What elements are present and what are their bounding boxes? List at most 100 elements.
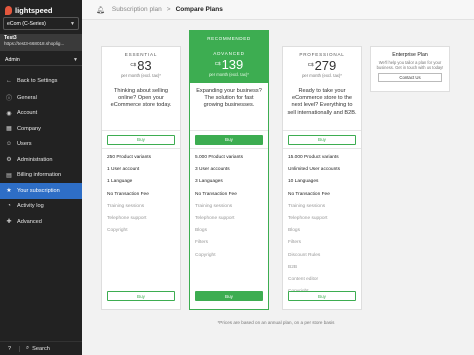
price-value: 83 bbox=[137, 58, 152, 73]
plan-card-essential: ESSENTIAL C$ 83 per month (excl. tax)* T… bbox=[101, 46, 181, 310]
user-icon: ◉ bbox=[6, 110, 12, 117]
feature-item: 10 Languages bbox=[288, 179, 319, 185]
breadcrumb-subscription-plan[interactable]: Subscription plan bbox=[112, 6, 162, 13]
price-currency: C$ bbox=[130, 62, 137, 67]
plan-description: Thinking about selling online? Open your… bbox=[102, 83, 180, 131]
feature-item: 3 User accounts bbox=[195, 167, 230, 173]
search-icon: ⌕ bbox=[26, 345, 30, 351]
feature-item: 1 User account bbox=[107, 167, 140, 173]
buy-row: Buy bbox=[102, 131, 180, 149]
plan-name: PROFESSIONAL bbox=[299, 52, 345, 57]
sidebar-item-label: Billing information bbox=[17, 172, 62, 179]
sidebar-item-your-subscription[interactable]: ★ Your subscription bbox=[0, 183, 82, 199]
feature-item: Blogs bbox=[288, 228, 300, 234]
price-value: 279 bbox=[314, 58, 337, 73]
billing-icon: ▤ bbox=[6, 172, 12, 179]
buy-row: Buy bbox=[190, 131, 268, 149]
buy-button-professional[interactable]: Buy bbox=[288, 134, 356, 145]
sidebar-item-label: Company bbox=[17, 125, 41, 132]
sidebar-item-back-to-settings[interactable]: ← Back to Settings bbox=[0, 72, 82, 90]
feature-item: Copyright bbox=[195, 252, 216, 258]
feature-item: Telephone support bbox=[107, 215, 147, 221]
sidebar-item-label: General bbox=[17, 94, 37, 101]
help-button[interactable]: ? bbox=[0, 345, 20, 352]
feature-item: 15.000 Product variants bbox=[288, 155, 339, 160]
sidebar-item-users[interactable]: ☺ Users bbox=[0, 137, 82, 153]
sidebar-item-company[interactable]: ▦ Company bbox=[0, 121, 82, 137]
page-title: Compare Plans bbox=[175, 6, 223, 13]
feature-item: Discount Rules bbox=[288, 252, 321, 258]
enterprise-plan-card: Enterprise Plan We'll help you tailor a … bbox=[370, 46, 450, 92]
plan-card-professional: PROFESSIONAL C$ 279 per month (excl. tax… bbox=[282, 46, 362, 310]
admin-menu[interactable]: Admin ▼ bbox=[0, 55, 82, 66]
sidebar-item-activity-log[interactable]: ◔ Activity log bbox=[0, 199, 82, 215]
sidebar-item-label: Activity log bbox=[17, 203, 44, 210]
logo-text: lightspeed bbox=[15, 5, 53, 15]
feature-item: B2B bbox=[288, 264, 298, 270]
feature-item: 1 Language bbox=[107, 179, 133, 185]
feature-item: No Transaction Fee bbox=[195, 191, 237, 197]
store-select-value: eCom (C-Series) bbox=[7, 20, 46, 27]
feature-item: Content editor bbox=[288, 276, 319, 282]
enterprise-text: We'll help you tailor a plan for your bu… bbox=[376, 60, 444, 71]
bell-icon[interactable]: 🔔︎ bbox=[96, 6, 105, 14]
sidebar-item-label: Advanced bbox=[17, 218, 42, 225]
plan-header: PROFESSIONAL C$ 279 per month (excl. tax… bbox=[283, 47, 361, 83]
advanced-icon: ✚ bbox=[6, 219, 12, 226]
buy-button-essential-bottom[interactable]: Buy bbox=[107, 291, 175, 301]
plan-name: ADVANCED bbox=[213, 51, 245, 56]
price-value: 139 bbox=[221, 57, 244, 72]
settings-nav: ← Back to Settings ⓘ General ◉ Account ▦… bbox=[0, 72, 82, 230]
feature-item: Telephone support bbox=[195, 215, 235, 221]
sidebar-item-label: Administration bbox=[17, 156, 53, 163]
sidebar-footer: ? ⌕ Search bbox=[0, 341, 82, 355]
sidebar-item-billing-information[interactable]: ▤ Billing information bbox=[0, 168, 82, 184]
plan-name: ESSENTIAL bbox=[124, 52, 158, 57]
feature-item: Training sessions bbox=[288, 203, 326, 209]
admin-icon: ⚙ bbox=[6, 157, 12, 164]
price-period: per month (excl. tax)* bbox=[302, 73, 342, 78]
feature-item: 250 Product variants bbox=[107, 155, 151, 160]
buy-button-professional-bottom[interactable]: Buy bbox=[288, 291, 356, 301]
feature-item: No Transaction Fee bbox=[288, 191, 330, 197]
feature-item: 5.000 Product variants bbox=[195, 155, 243, 160]
feature-item: Training sessions bbox=[195, 203, 233, 209]
feature-item: Training sessions bbox=[107, 203, 145, 209]
plan-price: C$ 139 bbox=[190, 58, 268, 71]
users-icon: ☺ bbox=[5, 141, 13, 148]
arrow-left-icon: ← bbox=[6, 78, 12, 84]
chevron-down-icon: ▼ bbox=[73, 57, 78, 63]
feature-item: No Transaction Fee bbox=[107, 191, 149, 197]
sidebar-item-account[interactable]: ◉ Account bbox=[0, 106, 82, 122]
sidebar-item-administration[interactable]: ⚙ Administration bbox=[0, 152, 82, 168]
info-icon: ⓘ bbox=[5, 96, 12, 103]
chevron-down-icon: ▼ bbox=[70, 21, 75, 27]
sidebar: lightspeed eCom (C-Series) ▼ Test3 https… bbox=[0, 0, 82, 355]
sidebar-item-advanced[interactable]: ✚ Advanced bbox=[0, 214, 82, 230]
plan-header: ESSENTIAL C$ 83 per month (excl. tax)* bbox=[102, 47, 180, 83]
buy-button-advanced[interactable]: Buy bbox=[195, 134, 263, 145]
admin-label: Admin bbox=[5, 57, 20, 63]
plan-price: C$ 279 bbox=[283, 59, 361, 72]
feature-item: 3 Languages bbox=[195, 179, 223, 185]
buy-button-essential[interactable]: Buy bbox=[107, 134, 175, 145]
subscription-icon: ★ bbox=[6, 188, 12, 195]
account-switcher[interactable]: Test3 https://test3-668018.shoplig... bbox=[0, 34, 82, 51]
buy-row-bottom: Buy bbox=[283, 291, 361, 301]
feature-item: Blogs bbox=[195, 228, 207, 234]
contact-us-button[interactable]: Contact Us bbox=[378, 73, 442, 83]
plan-description: Ready to take your eCommerce store to th… bbox=[283, 83, 361, 131]
recommended-badge: RECOMMENDED bbox=[190, 31, 268, 47]
price-currency: C$ bbox=[307, 62, 314, 67]
sidebar-item-label: Back to Settings bbox=[17, 78, 58, 84]
search-button[interactable]: ⌕ Search bbox=[20, 345, 50, 352]
sidebar-item-label: Account bbox=[17, 110, 38, 117]
store-select[interactable]: eCom (C-Series) ▼ bbox=[3, 17, 79, 30]
sidebar-item-general[interactable]: ⓘ General bbox=[0, 90, 82, 106]
plan-price: C$ 83 bbox=[102, 59, 180, 72]
breadcrumb-separator: > bbox=[166, 6, 171, 13]
price-period: per month (excl. tax)* bbox=[209, 72, 249, 77]
sidebar-item-label: Your subscription bbox=[17, 187, 60, 194]
account-url: https://test3-668018.shoplig... bbox=[4, 41, 65, 46]
buy-button-advanced-bottom[interactable]: Buy bbox=[195, 291, 263, 301]
